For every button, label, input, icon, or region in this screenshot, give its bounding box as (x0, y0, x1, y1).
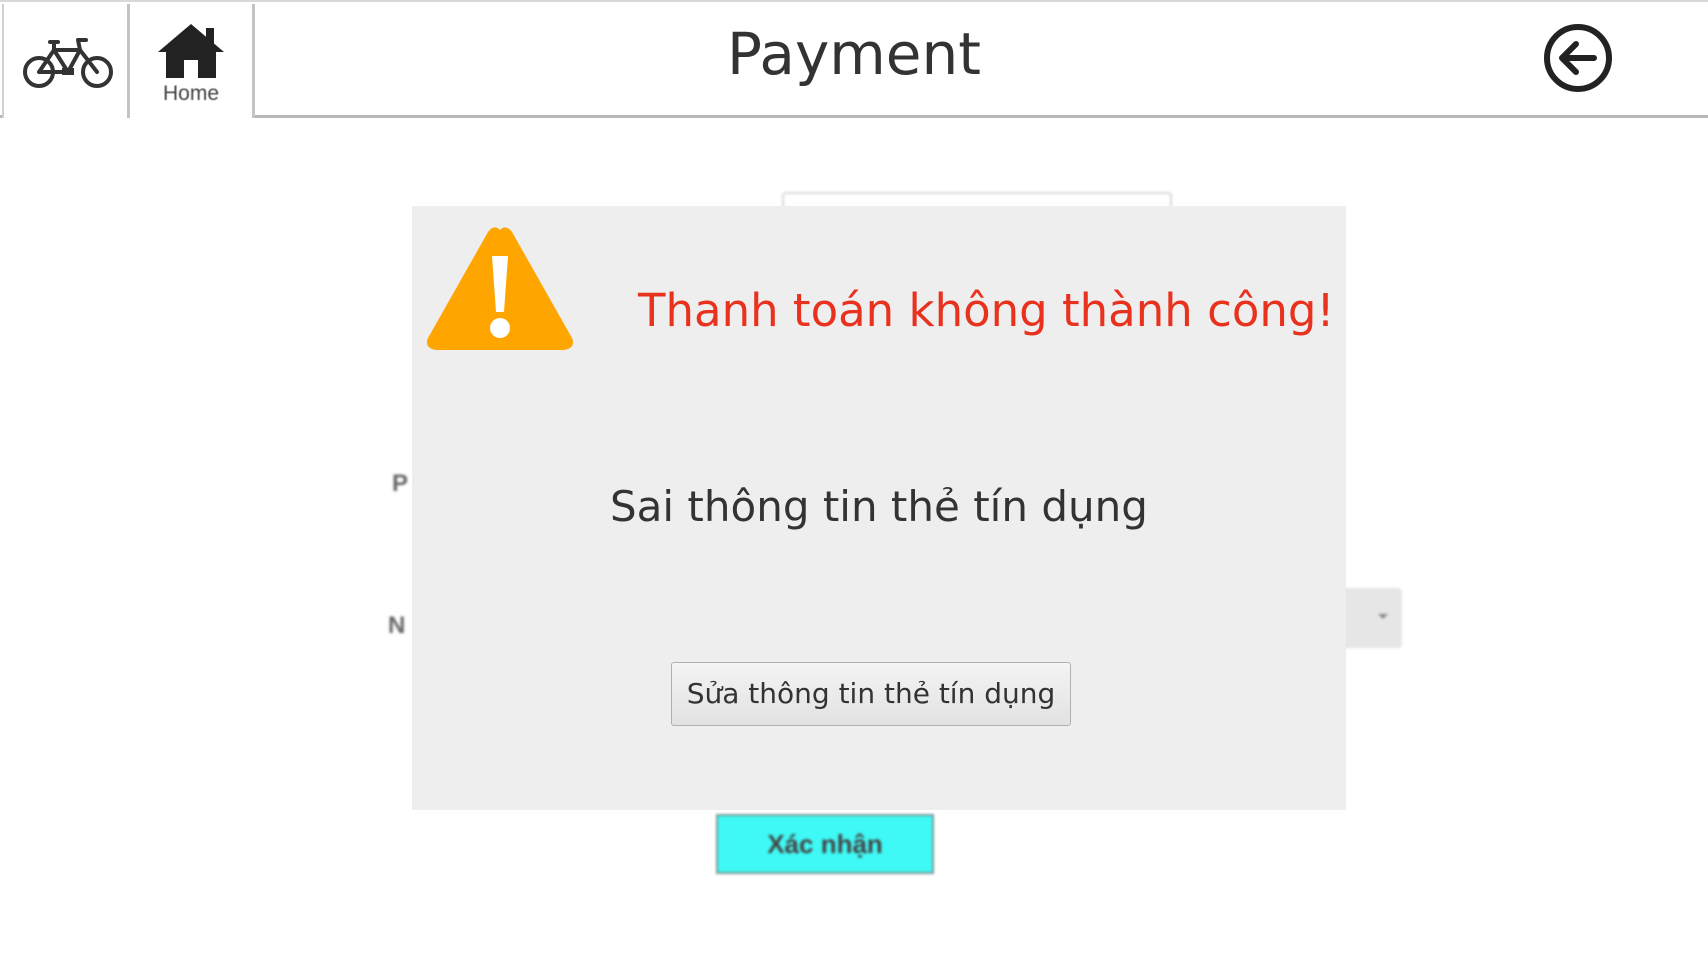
back-arrow-icon (1544, 24, 1612, 92)
page-title: Payment (727, 20, 981, 88)
warning-icon (427, 227, 573, 350)
field-label-partial: N (388, 612, 406, 639)
error-dialog: Thanh toán không thành công! Sai thông t… (412, 206, 1346, 810)
dialog-message: Sai thông tin thẻ tín dụng (610, 482, 1148, 531)
payment-window: P N Xác nhận Home Payment Thanh toán khô… (0, 0, 1708, 962)
edit-card-info-button[interactable]: Sửa thông tin thẻ tín dụng (671, 662, 1071, 726)
dropdown-select[interactable] (1340, 588, 1402, 648)
header-bar: Home Payment (0, 0, 1708, 118)
confirm-button[interactable]: Xác nhận (716, 814, 934, 874)
field-label-partial: P (392, 470, 409, 497)
back-button[interactable] (1542, 22, 1614, 94)
chevron-down-icon (1378, 614, 1388, 619)
dialog-title: Thanh toán không thành công! (638, 284, 1335, 337)
